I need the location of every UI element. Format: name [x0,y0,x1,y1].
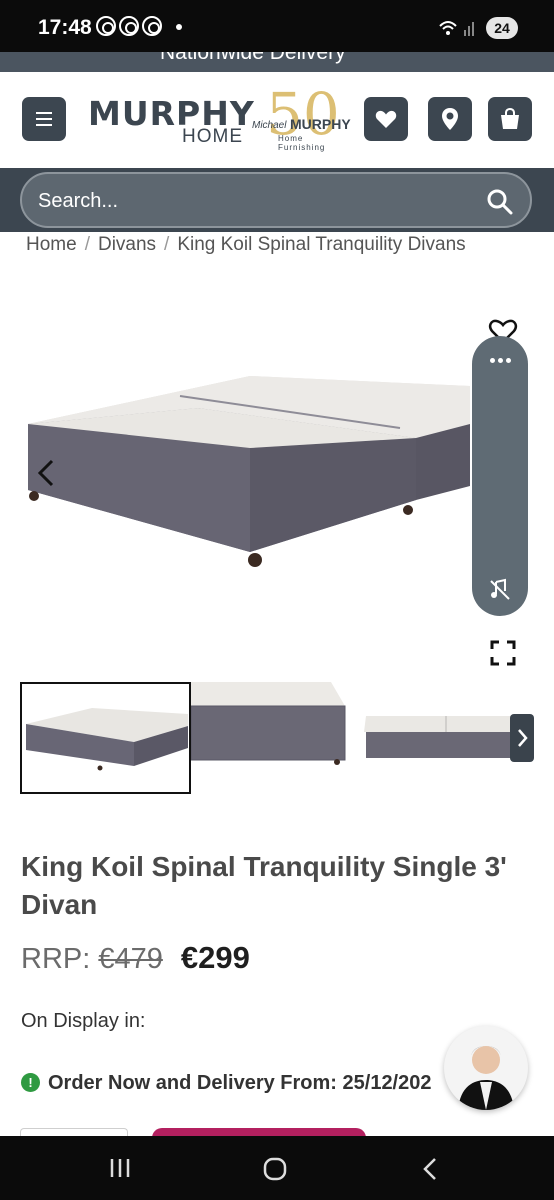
menu-button[interactable] [22,97,66,141]
breadcrumb-home[interactable]: Home [26,234,77,255]
thumbnail-item[interactable] [20,682,191,794]
rrp-label: RRP: [21,943,91,975]
checkmark-icon: ! [21,1073,40,1092]
notification-icons [96,16,162,36]
more-notifications-dot [176,24,182,30]
recent-apps-icon[interactable] [108,1156,132,1180]
cart-button[interactable] [488,97,532,141]
notification-icon [119,16,139,36]
sale-price: €299 [180,940,250,975]
fullscreen-icon[interactable] [490,640,516,666]
anniversary-badge: 50 Michael MURPHY Home Furnishing [248,80,351,154]
mute-icon[interactable] [488,578,512,602]
anniversary-brand: MURPHY [290,116,351,132]
status-time: 17:48 [38,16,92,39]
store-locator-button[interactable] [428,97,472,141]
notification-icon [142,16,162,36]
battery-indicator: 24 [486,17,518,39]
product-title: King Koil Spinal Tranquility Single 3' D… [21,851,507,920]
logo-subtext: HOME [182,126,243,147]
promo-banner[interactable]: Nationwide Delivery [0,52,554,72]
breadcrumb: Home / Divans / King Koil Spinal Tranquility… [26,234,466,255]
on-display-label: On Display in: [21,1010,146,1032]
back-icon[interactable] [420,1156,440,1182]
thumbnail-next-button[interactable] [510,714,534,762]
thumbnail-item[interactable] [191,682,351,794]
thumbnail-strip [0,678,554,798]
shopping-bag-icon [501,107,519,129]
breadcrumb-category[interactable]: Divans [98,234,156,255]
search-placeholder: Search... [38,190,119,212]
site-header: MURPHY HOME 50 Michael MURPHY Home Furni… [0,72,554,168]
system-nav-bar [0,1136,554,1200]
search-icon[interactable] [486,188,514,216]
search-input[interactable]: Search... [20,172,532,228]
floating-side-panel[interactable] [472,336,528,616]
promo-text: Nationwide Delivery [160,52,346,64]
chat-agent-avatar[interactable] [444,1026,528,1110]
site-logo[interactable]: MURPHY HOME [88,94,254,147]
signal-icon [439,21,474,36]
more-dots-icon[interactable] [490,358,511,363]
heart-icon [375,110,397,128]
chevron-left-icon[interactable] [34,458,58,488]
delivery-notice: ! Order Now and Delivery From: 25/12/202 [21,1072,451,1095]
delivery-text: Order Now and Delivery From: 25/12/202 [48,1072,432,1094]
status-bar: 17:48 24 [0,0,554,52]
rrp-price: €479 [98,943,163,975]
search-bar: Search... [0,168,554,232]
thumbnail-item[interactable] [358,682,534,794]
home-icon[interactable] [262,1156,288,1182]
product-page: 17:48 24 Nationwide Delivery MURPHY HOME… [0,0,554,1200]
breadcrumb-current: King Koil Spinal Tranquility Divans [177,234,466,255]
location-pin-icon [442,108,458,130]
wishlist-button[interactable] [364,97,408,141]
anniversary-sub: Home Furnishing [278,134,326,152]
rrp: RRP: €479 [21,943,163,975]
anniversary-script: Michael [252,120,287,131]
notification-icon [96,16,116,36]
price-block: RRP: €479 €299 [21,940,250,976]
product-main-image[interactable] [0,268,554,678]
chevron-right-icon [518,729,528,747]
